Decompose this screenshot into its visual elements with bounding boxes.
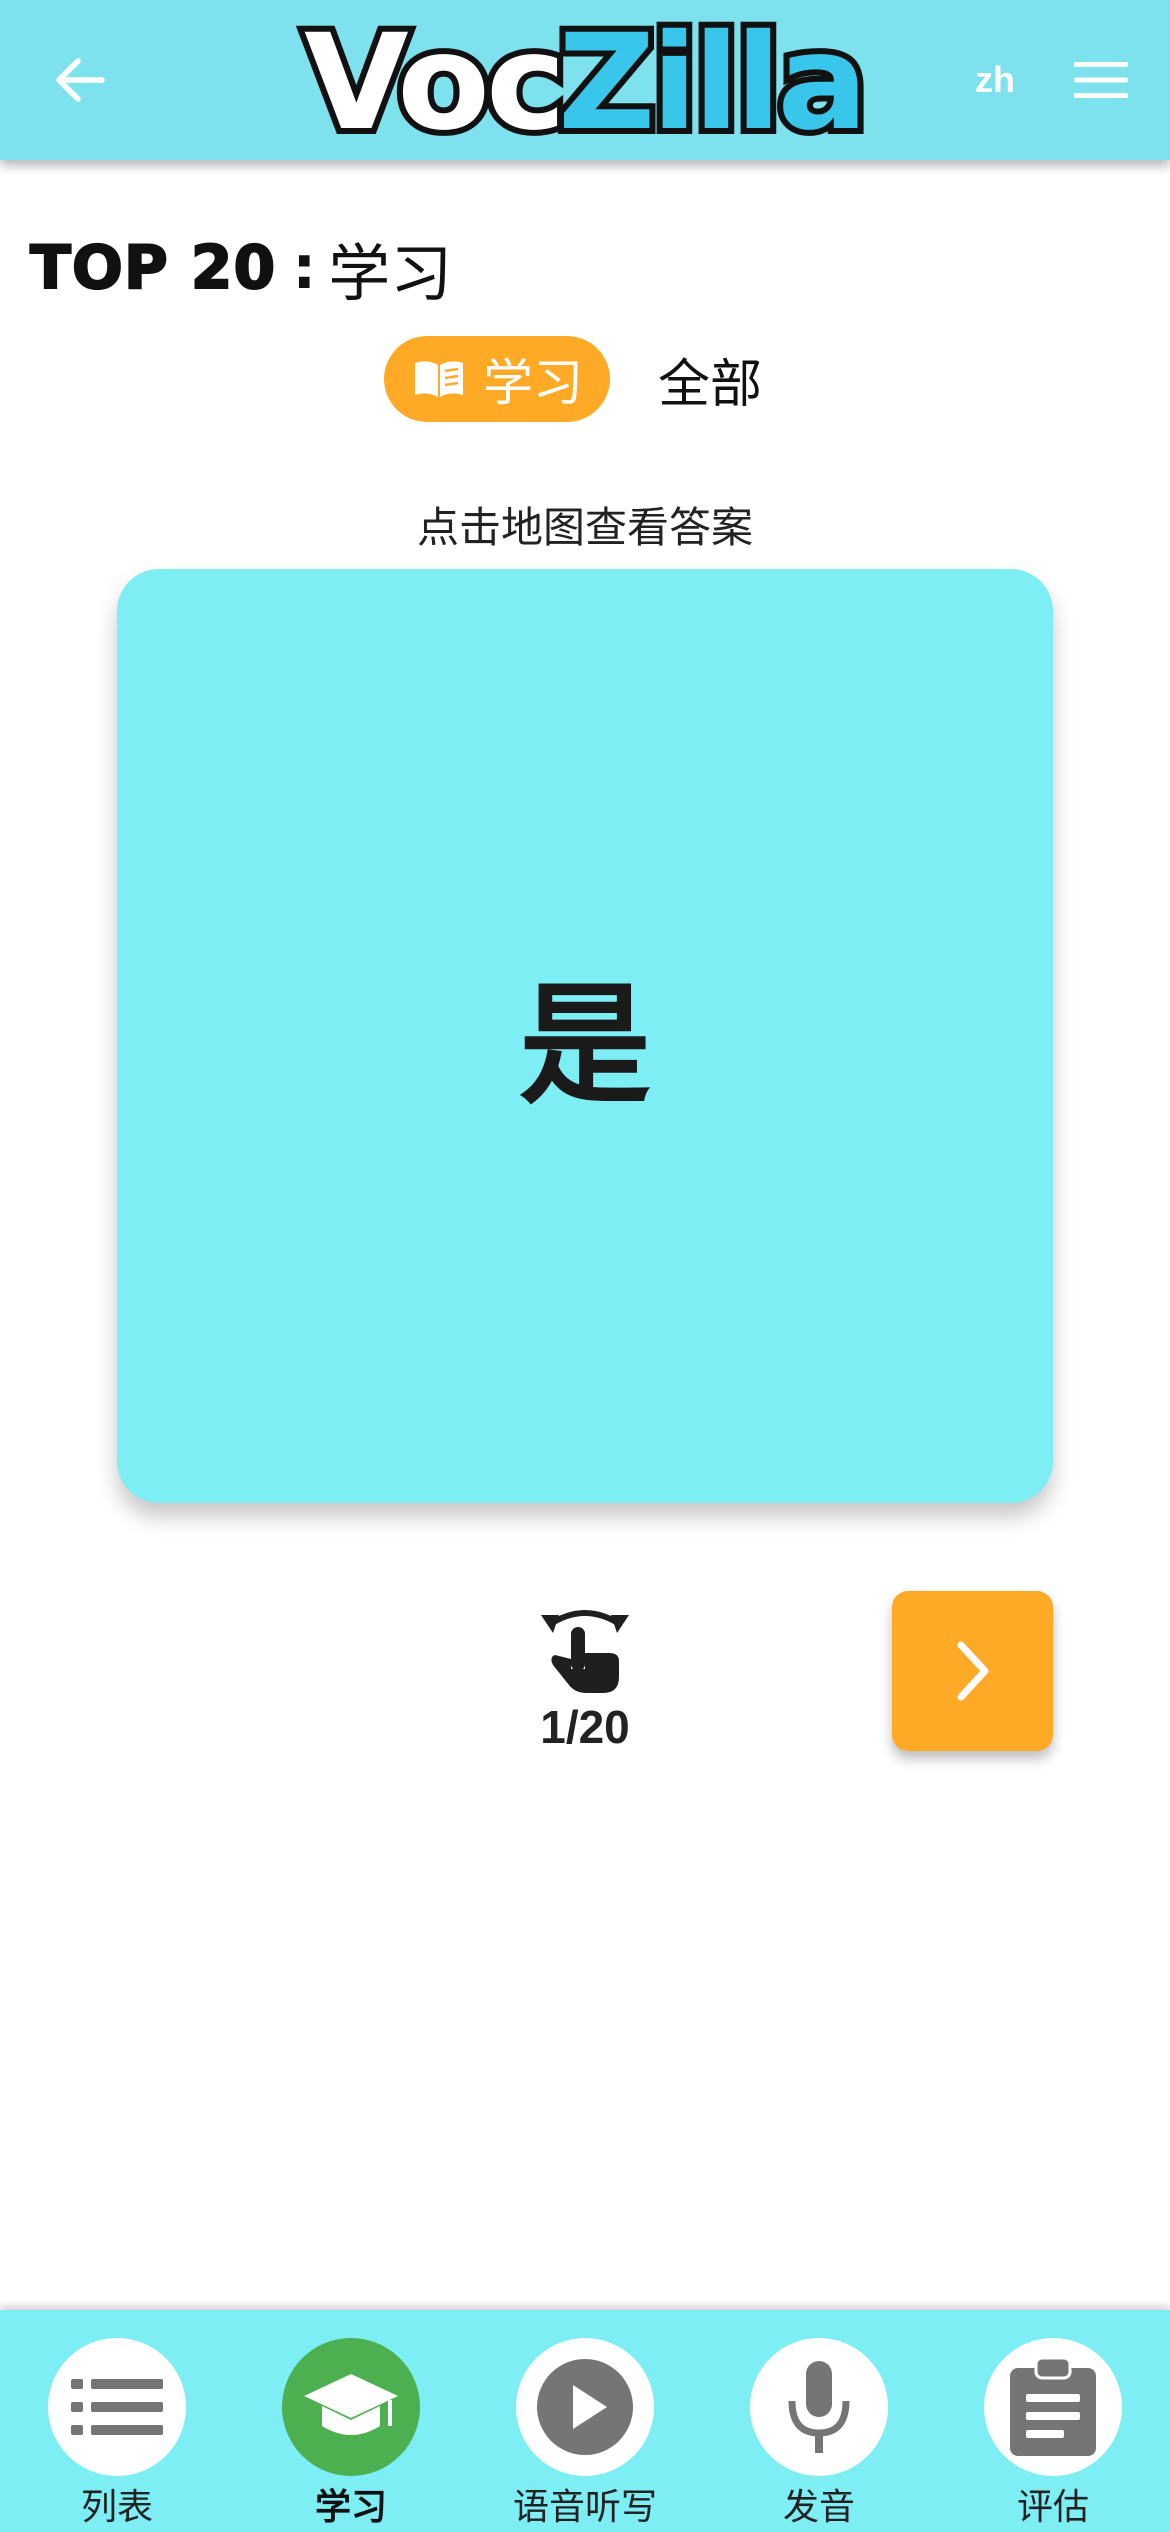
logo-voc: Voc [304, 10, 562, 150]
language-button[interactable]: zh [960, 52, 1030, 108]
nav-label-dictation: 语音听写 [512, 2487, 657, 2528]
nav-item-list[interactable]: 列表 [0, 2328, 234, 2528]
nav-pronunciation-circle [750, 2338, 888, 2476]
flashcard[interactable]: 是 [117, 569, 1053, 1503]
clipboard-icon [1010, 2358, 1096, 2456]
tab-learn[interactable]: 学习 [384, 336, 610, 422]
voczilla-logo: Voc Zilla [296, 10, 874, 150]
nav-label-learn: 学习 [314, 2487, 387, 2528]
nav-dictation-circle [516, 2338, 654, 2476]
graduation-cap-icon [304, 2374, 398, 2435]
page-title: TOP 20 : 学习 [29, 228, 452, 310]
nav-item-assessment[interactable]: 评估 [936, 2328, 1170, 2528]
microphone-icon [788, 2361, 850, 2453]
menu-button[interactable] [1070, 52, 1132, 108]
tap-flip-icon [535, 1598, 635, 1698]
logo-zilla: Zilla [558, 10, 864, 150]
chevron-right-icon [957, 1641, 988, 1701]
flashcard-word: 是 [519, 968, 651, 1123]
arrow-left-icon [56, 58, 105, 102]
title-separator: : [292, 233, 317, 303]
title-mode: 学习 [328, 237, 453, 310]
nav-label-list: 列表 [80, 2487, 153, 2528]
nav-assessment-circle [984, 2338, 1122, 2476]
nav-item-dictation[interactable]: 语音听写 [468, 2328, 702, 2528]
list-icon [71, 2379, 163, 2435]
nav-label-pronunciation: 发音 [782, 2487, 855, 2528]
tab-all[interactable]: 全部 [640, 336, 780, 422]
app-header: Voc Zilla zh [0, 0, 1170, 160]
page: Voc Zilla zh TOP 20 : 学习 学习 全部 点击地图查看答案 … [0, 0, 1170, 2532]
next-button[interactable] [892, 1591, 1053, 1751]
instruction-text: 点击地图查看答案 [416, 503, 753, 552]
hamburger-menu-icon [1074, 62, 1128, 98]
nav-list-circle [48, 2338, 186, 2476]
tab-learn-label: 学习 [483, 354, 583, 412]
nav-item-learn[interactable]: 学习 [234, 2328, 468, 2528]
nav-label-assessment: 评估 [1016, 2487, 1089, 2528]
play-icon [537, 2359, 633, 2455]
nav-learn-circle [282, 2338, 420, 2476]
title-list-name: TOP 20 [29, 232, 277, 304]
book-icon [411, 357, 467, 401]
back-button[interactable] [50, 50, 110, 110]
nav-item-pronunciation[interactable]: 发音 [702, 2328, 936, 2528]
bottom-navigation: 列表 学习 语音听写 发音 评估 [0, 2310, 1170, 2532]
progress-counter: 1/20 [540, 1701, 630, 1753]
